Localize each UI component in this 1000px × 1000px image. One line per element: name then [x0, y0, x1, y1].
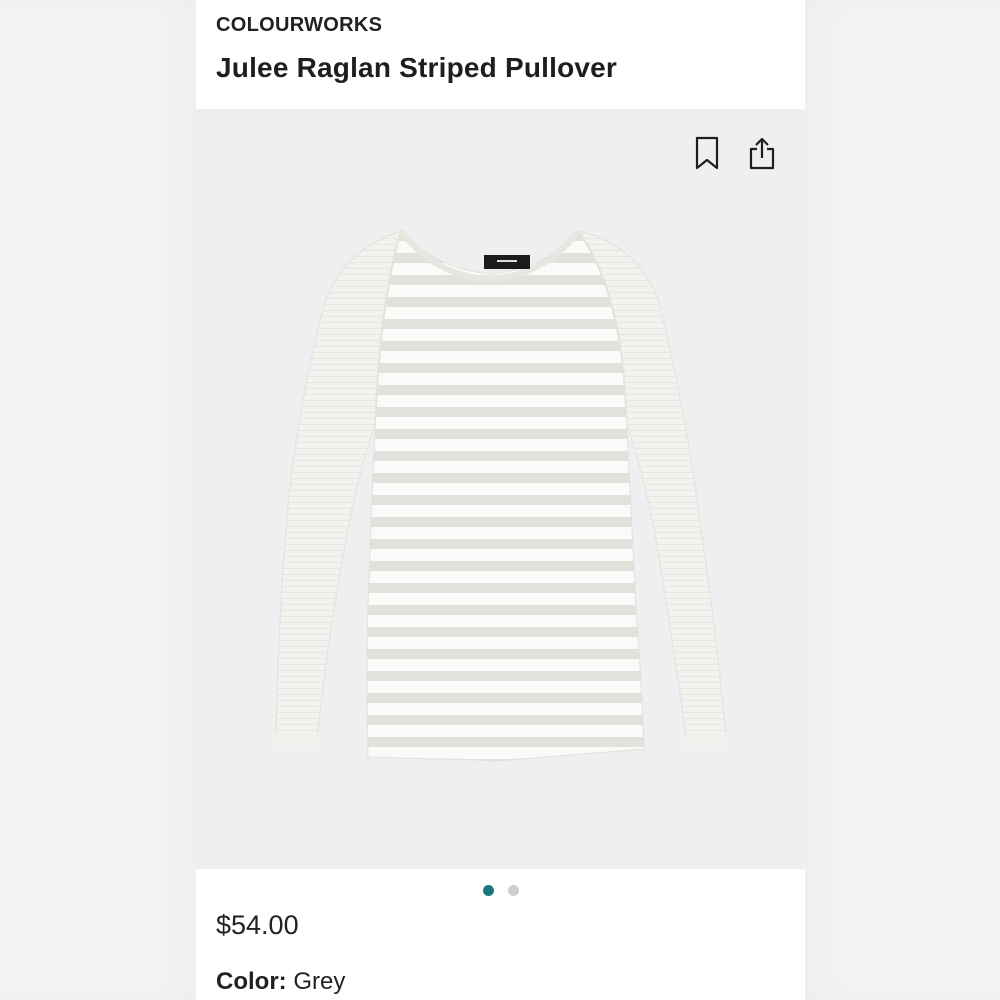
right-background — [805, 0, 1000, 1000]
left-background — [0, 0, 196, 1000]
color-value: Grey — [293, 968, 346, 995]
bookmark-icon — [695, 136, 719, 170]
share-button[interactable] — [744, 133, 780, 173]
brand-name[interactable]: COLOURWORKS — [216, 14, 382, 37]
product-price: $54.00 — [216, 910, 299, 940]
color-selection: Color: Grey — [216, 968, 345, 996]
product-title: Julee Raglan Striped Pullover — [216, 52, 618, 83]
color-label: Color: — [216, 968, 287, 995]
product-image-gallery[interactable] — [196, 109, 805, 869]
product-panel: COLOURWORKS Julee Raglan Striped Pullove… — [196, 0, 805, 1000]
carousel-indicator — [196, 880, 805, 900]
share-icon — [749, 137, 775, 170]
bookmark-button[interactable] — [689, 133, 725, 173]
carousel-dot-2[interactable] — [507, 884, 519, 896]
carousel-dot-1[interactable] — [482, 884, 494, 896]
sweater-image[interactable] — [196, 109, 805, 869]
